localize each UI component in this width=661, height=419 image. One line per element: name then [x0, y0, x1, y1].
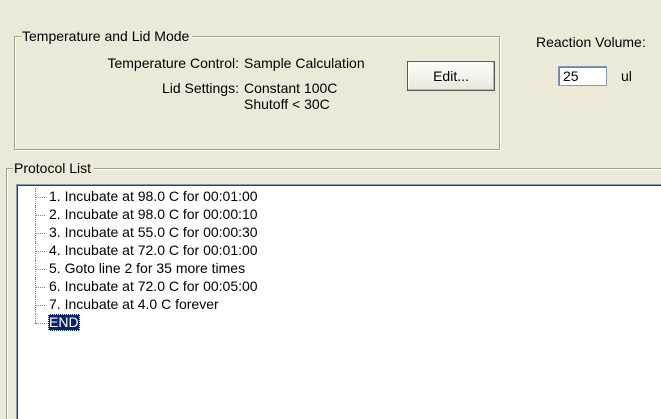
reaction-volume-label: Reaction Volume: [536, 34, 646, 50]
lid-settings-value-shutoff: Shutoff < 30C [244, 96, 330, 112]
protocol-list-group-title: Protocol List [13, 160, 95, 176]
temperature-control-label: Temperature Control: [107, 55, 239, 71]
tree-connector [35, 224, 45, 242]
tree-connector [35, 206, 45, 224]
protocol-step-end[interactable]: END [48, 314, 80, 331]
tree-connector [35, 278, 45, 296]
temperature-control-value: Sample Calculation [244, 55, 365, 71]
tree-connector [35, 188, 45, 206]
temperature-lid-group-title: Temperature and Lid Mode [21, 28, 193, 44]
lid-settings-value-constant: Constant 100C [244, 80, 338, 96]
reaction-volume-unit: ul [621, 68, 632, 84]
protocol-step-3[interactable]: 3. Incubate at 55.0 C for 00:00:30 [48, 224, 259, 241]
protocol-step-7[interactable]: 7. Incubate at 4.0 C forever [48, 296, 220, 313]
edit-button[interactable]: Edit... [407, 61, 495, 91]
protocol-step-1[interactable]: 1. Incubate at 98.0 C for 00:01:00 [48, 188, 259, 205]
protocol-step-6[interactable]: 6. Incubate at 72.0 C for 00:05:00 [48, 278, 259, 295]
protocol-tree[interactable]: 1. Incubate at 98.0 C for 00:01:00 2. In… [16, 184, 661, 419]
tree-connector [35, 260, 45, 278]
protocol-step-5[interactable]: 5. Goto line 2 for 35 more times [48, 260, 246, 277]
reaction-volume-input[interactable] [558, 66, 607, 86]
protocol-step-2[interactable]: 2. Incubate at 98.0 C for 00:00:10 [48, 206, 259, 223]
temperature-lid-group: Temperature and Lid Mode Temperature Con… [14, 28, 500, 150]
protocol-list-group: Protocol List 1. Incubate at 98.0 C for … [6, 160, 661, 419]
protocol-step-4[interactable]: 4. Incubate at 72.0 C for 00:01:00 [48, 242, 259, 259]
lid-settings-label: Lid Settings: [161, 80, 239, 96]
tree-connector [35, 314, 45, 332]
tree-connector [35, 242, 45, 260]
tree-connector [35, 296, 45, 314]
